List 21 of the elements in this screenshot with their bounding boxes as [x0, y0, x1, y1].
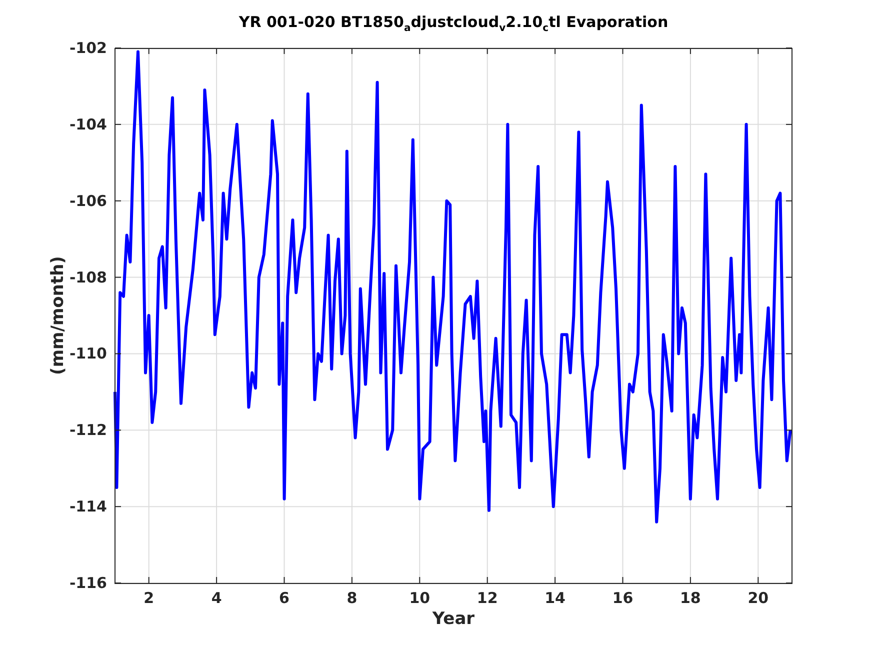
y-tick-label: -112	[69, 421, 107, 440]
x-tick-label: 20	[748, 589, 769, 607]
x-tick-label: 18	[680, 589, 701, 607]
y-tick-label: -116	[69, 574, 107, 592]
y-tick-label: -106	[69, 192, 107, 210]
chart-title: YR 001-020 BT1850$_{a}$djustcloud$_{v}$2.10$_{c}$tl Evaporation	[238, 13, 668, 36]
x-tick-label: 14	[544, 589, 566, 607]
x-tick-label: 12	[476, 589, 498, 607]
x-tick-label: 4	[211, 589, 222, 607]
x-tick-label: 16	[612, 589, 634, 607]
x-tick-label: 10	[409, 589, 430, 607]
x-tick-label: 2	[144, 589, 154, 607]
y-tick-label: -104	[69, 115, 107, 134]
y-axis-label: (mm/month)	[48, 256, 68, 375]
y-tick-label: -114	[69, 498, 107, 516]
x-axis-label: Year	[432, 609, 475, 629]
y-tick-label: -108	[69, 268, 107, 286]
x-tick-label: 6	[279, 589, 290, 607]
x-tick-label: 8	[346, 589, 358, 607]
y-tick-label: -102	[69, 40, 107, 57]
y-tick-label: -110	[69, 344, 107, 363]
